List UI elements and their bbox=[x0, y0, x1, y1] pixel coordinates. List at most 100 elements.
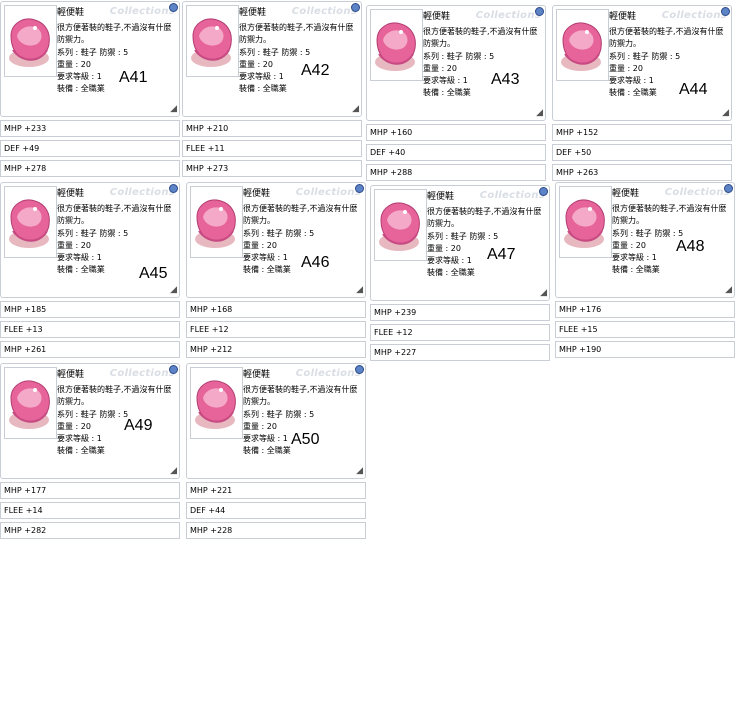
close-icon[interactable] bbox=[355, 184, 364, 193]
random-option-row: MHP +227 bbox=[370, 344, 550, 361]
stat-equip: 裝備 : 全職業 bbox=[57, 84, 105, 93]
shoe-item-icon[interactable] bbox=[190, 367, 243, 439]
collections-watermark: Collections bbox=[295, 187, 361, 198]
close-icon[interactable] bbox=[539, 187, 548, 196]
random-option-row: MHP +288 bbox=[366, 164, 546, 181]
close-icon[interactable] bbox=[535, 7, 544, 16]
random-option-row: MHP +168 bbox=[186, 301, 366, 318]
random-option-row: FLEE +13 bbox=[0, 321, 180, 338]
collections-watermark: Collections bbox=[295, 368, 361, 379]
random-option-text: FLEE +14 bbox=[4, 506, 43, 515]
item-description: 很方便著裝的鞋子,不過沒有什麼防禦力。 bbox=[57, 204, 172, 225]
item-stats: 系列 : 鞋子 防禦 : 5 重量 : 20 要求等級 : 1 裝備 : 全職業 bbox=[239, 47, 310, 95]
random-option-text: FLEE +15 bbox=[559, 325, 598, 334]
resize-grip-icon[interactable]: ◢ bbox=[170, 285, 177, 295]
shoe-item-icon[interactable] bbox=[559, 186, 612, 258]
card-label: A46 bbox=[301, 254, 330, 271]
item-info-window: 輕便鞋 Collections 很方便著裝的鞋子,不過沒有什麼防禦力。 系列 : 鞋子… bbox=[0, 1, 180, 117]
close-icon[interactable] bbox=[351, 3, 360, 12]
resize-grip-icon[interactable]: ◢ bbox=[540, 288, 547, 298]
resize-grip-icon[interactable]: ◢ bbox=[352, 104, 359, 114]
random-option-row: DEF +44 bbox=[186, 502, 366, 519]
stat-weight: 重量 : 20 bbox=[239, 60, 273, 69]
close-icon[interactable] bbox=[169, 365, 178, 374]
random-option-row: DEF +50 bbox=[552, 144, 732, 161]
random-option-row: MHP +212 bbox=[186, 341, 366, 358]
resize-grip-icon[interactable]: ◢ bbox=[356, 466, 363, 476]
shoe-item-icon[interactable] bbox=[4, 367, 57, 439]
item-info-window: 輕便鞋 Collections 很方便著裝的鞋子,不過沒有什麼防禦力。 系列 : 鞋子… bbox=[186, 363, 366, 479]
stat-required-level: 要求等級 : 1 bbox=[57, 253, 102, 262]
stat-required-level: 要求等級 : 1 bbox=[57, 434, 102, 443]
close-icon[interactable] bbox=[355, 365, 364, 374]
collections-watermark: Collections bbox=[661, 10, 727, 21]
stat-required-level: 要求等級 : 1 bbox=[609, 76, 654, 85]
random-option-row: MHP +221 bbox=[186, 482, 366, 499]
close-icon[interactable] bbox=[721, 7, 730, 16]
shoe-item-icon[interactable] bbox=[4, 5, 57, 77]
item-name: 輕便鞋 bbox=[243, 370, 271, 380]
stat-series: 系列 : 鞋子 防禦 : 5 bbox=[239, 48, 311, 57]
collections-watermark: Collections bbox=[475, 10, 541, 21]
close-icon[interactable] bbox=[169, 184, 178, 193]
item-stats: 系列 : 鞋子 防禦 : 5 重量 : 20 要求等級 : 1 裝備 : 全職業 bbox=[423, 51, 494, 99]
stat-series: 系列 : 鞋子 防禦 : 5 bbox=[243, 410, 315, 419]
random-option-row: MHP +210 bbox=[182, 120, 362, 137]
shoe-item-icon[interactable] bbox=[556, 9, 609, 81]
random-option-text: MHP +177 bbox=[4, 486, 47, 495]
item-description: 很方便著裝的鞋子,不過沒有什麼防禦力。 bbox=[57, 385, 172, 406]
resize-grip-icon[interactable]: ◢ bbox=[356, 285, 363, 295]
stat-weight: 重量 : 20 bbox=[57, 60, 91, 69]
resize-grip-icon[interactable]: ◢ bbox=[536, 108, 543, 118]
random-option-text: MHP +227 bbox=[374, 348, 417, 357]
random-option-row: MHP +263 bbox=[552, 164, 732, 181]
stat-equip: 裝備 : 全職業 bbox=[57, 446, 105, 455]
random-option-text: MHP +273 bbox=[186, 164, 229, 173]
random-option-row: MHP +239 bbox=[370, 304, 550, 321]
stat-weight: 重量 : 20 bbox=[423, 64, 457, 73]
shoe-item-icon[interactable] bbox=[370, 9, 423, 81]
resize-grip-icon[interactable]: ◢ bbox=[170, 104, 177, 114]
card-label: A43 bbox=[491, 71, 520, 88]
close-icon[interactable] bbox=[724, 184, 733, 193]
stat-equip: 裝備 : 全職業 bbox=[427, 268, 475, 277]
stat-required-level: 要求等級 : 1 bbox=[612, 253, 657, 262]
item-info-window: 輕便鞋 Collections 很方便著裝的鞋子,不過沒有什麼防禦力。 系列 : 鞋子… bbox=[370, 185, 550, 301]
resize-grip-icon[interactable]: ◢ bbox=[722, 108, 729, 118]
stat-weight: 重量 : 20 bbox=[243, 241, 277, 250]
stat-series: 系列 : 鞋子 防禦 : 5 bbox=[612, 229, 684, 238]
random-option-text: MHP +233 bbox=[4, 124, 47, 133]
random-option-text: DEF +50 bbox=[556, 148, 592, 157]
stat-series: 系列 : 鞋子 防禦 : 5 bbox=[243, 229, 315, 238]
random-option-text: FLEE +13 bbox=[4, 325, 43, 334]
random-option-row: FLEE +11 bbox=[182, 140, 362, 157]
close-icon[interactable] bbox=[169, 3, 178, 12]
random-option-text: MHP +239 bbox=[374, 308, 417, 317]
resize-grip-icon[interactable]: ◢ bbox=[170, 466, 177, 476]
resize-grip-icon[interactable]: ◢ bbox=[725, 285, 732, 295]
shoe-item-icon[interactable] bbox=[186, 5, 239, 77]
random-option-row: MHP +177 bbox=[0, 482, 180, 499]
collections-watermark: Collections bbox=[664, 187, 730, 198]
item-card: 輕便鞋 Collections 很方便著裝的鞋子,不過沒有什麼防禦力。 系列 : 鞋子… bbox=[186, 363, 366, 539]
shoe-item-icon[interactable] bbox=[374, 189, 427, 261]
collections-watermark: Collections bbox=[291, 6, 357, 17]
random-option-row: FLEE +14 bbox=[0, 502, 180, 519]
item-description: 很方便著裝的鞋子,不過沒有什麼防禦力。 bbox=[57, 23, 172, 44]
random-option-row: MHP +233 bbox=[0, 120, 180, 137]
stat-required-level: 要求等級 : 1 bbox=[239, 72, 284, 81]
item-name: 輕便鞋 bbox=[239, 8, 267, 18]
shoe-item-icon[interactable] bbox=[190, 186, 243, 258]
shoe-item-icon[interactable] bbox=[4, 186, 57, 258]
item-name: 輕便鞋 bbox=[423, 12, 451, 22]
random-option-text: MHP +261 bbox=[4, 345, 47, 354]
item-stats: 系列 : 鞋子 防禦 : 5 重量 : 20 要求等級 : 1 裝備 : 全職業 bbox=[609, 51, 680, 99]
random-option-row: MHP +282 bbox=[0, 522, 180, 539]
random-option-text: DEF +44 bbox=[190, 506, 226, 515]
random-option-text: FLEE +12 bbox=[374, 328, 413, 337]
random-option-row: MHP +278 bbox=[0, 160, 180, 177]
item-name: 輕便鞋 bbox=[243, 189, 271, 199]
card-label: A49 bbox=[124, 417, 153, 434]
random-option-text: FLEE +11 bbox=[186, 144, 225, 153]
random-option-row: MHP +176 bbox=[555, 301, 735, 318]
